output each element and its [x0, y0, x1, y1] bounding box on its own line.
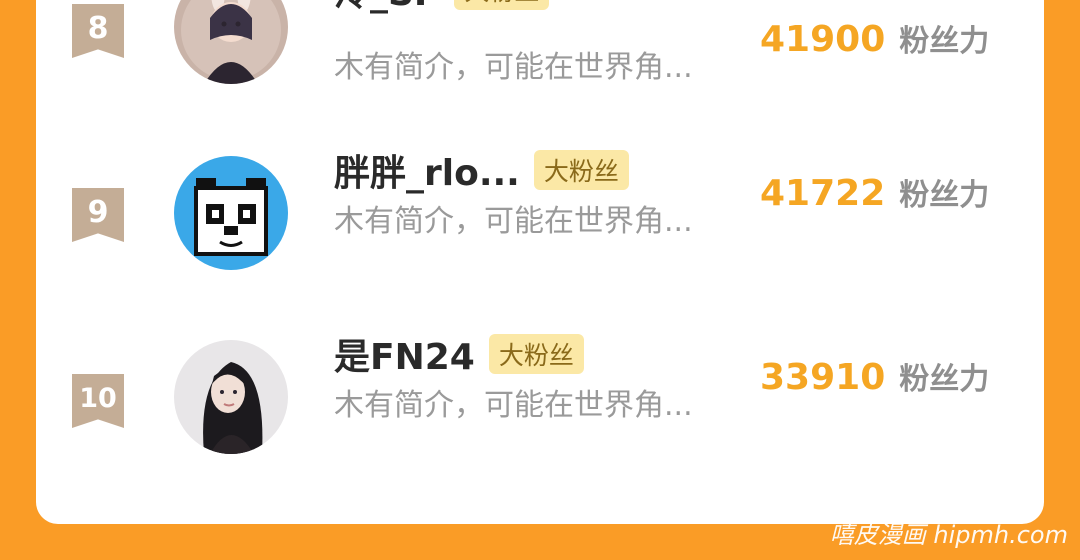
rank-number: 8	[87, 10, 109, 46]
fan-power-unit: 粉丝力	[899, 24, 990, 59]
rank-badge: 8	[72, 4, 124, 58]
big-fan-tag: 大粉丝	[488, 334, 584, 374]
user-avatar[interactable]	[174, 156, 288, 270]
ranking-row-9[interactable]: 9 胖胖_rlo... 大粉丝 木有简介，可能在世界角... 41722 粉丝力	[36, 150, 1044, 276]
fan-power-unit: 粉丝力	[899, 362, 990, 397]
big-fan-tag: 大粉丝	[533, 150, 629, 190]
user-name-line: 泠_SP 大粉丝	[334, 0, 550, 14]
girl-with-bunny-ears-avatar-icon	[174, 0, 288, 84]
rank-badge: 10	[72, 374, 124, 428]
rank-number: 9	[87, 194, 109, 230]
site-watermark: 嘻皮漫画 hipmh.com	[829, 521, 1068, 549]
user-intro: 木有简介，可能在世界角...	[334, 388, 693, 423]
big-fan-tag: 大粉丝	[454, 0, 550, 10]
user-intro: 木有简介，可能在世界角...	[334, 50, 693, 85]
user-name[interactable]: 胖胖_rlo...	[334, 144, 520, 196]
fan-ranking-card: 8 泠_SP 大粉丝 木有简介，可能在世界角... 41900 粉丝力	[36, 0, 1044, 524]
fan-power-score: 41900	[760, 19, 886, 60]
user-name-line: 是FN24 大粉丝	[334, 332, 584, 378]
user-intro: 木有简介，可能在世界角...	[334, 204, 693, 239]
ranking-row-8[interactable]: 8 泠_SP 大粉丝 木有简介，可能在世界角... 41900 粉丝力	[36, 0, 1044, 90]
pixel-panda-avatar-icon	[174, 156, 288, 270]
user-name[interactable]: 是FN24	[334, 328, 475, 380]
rank-badge: 9	[72, 188, 124, 242]
rank-number: 10	[79, 382, 117, 414]
ranking-row-10[interactable]: 10 是FN24 大粉丝 木有简介，可能在世界角... 33910 粉丝力	[36, 334, 1044, 460]
fan-power-score: 33910	[760, 357, 886, 398]
fan-power-score: 41722	[760, 173, 886, 214]
fan-power-unit: 粉丝力	[899, 178, 990, 213]
user-name-line: 胖胖_rlo... 大粉丝	[334, 148, 629, 194]
fan-power: 33910 粉丝力	[760, 354, 989, 398]
user-avatar[interactable]	[174, 0, 288, 84]
fan-power: 41722 粉丝力	[760, 170, 989, 214]
user-avatar[interactable]	[174, 340, 288, 454]
user-name[interactable]: 泠_SP	[334, 0, 440, 16]
fan-power: 41900 粉丝力	[760, 16, 989, 60]
dark-hair-girl-photo-avatar-icon	[174, 340, 288, 454]
